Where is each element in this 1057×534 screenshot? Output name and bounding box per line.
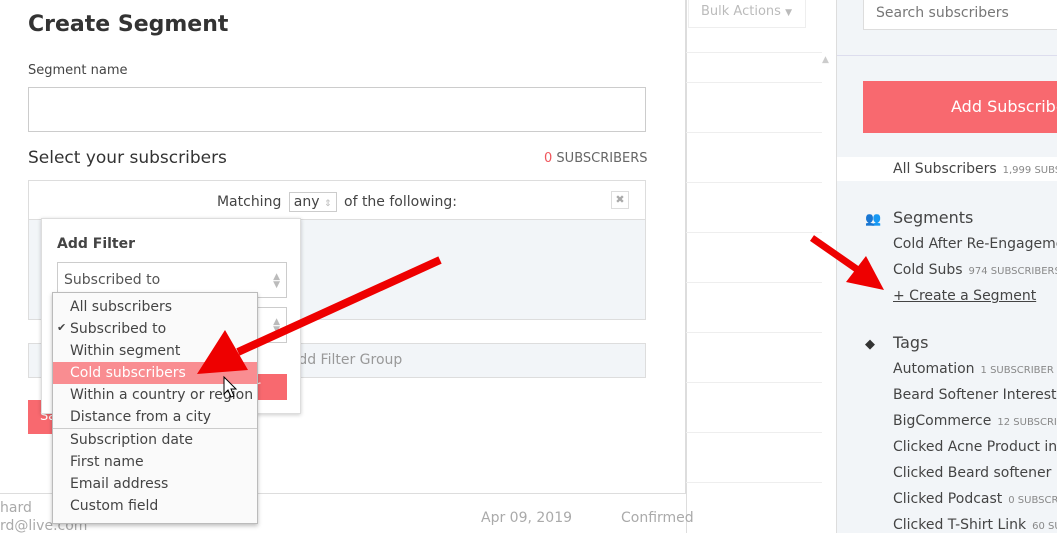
tag-icon: ◆ xyxy=(865,337,875,352)
option-distance-city[interactable]: Distance from a city xyxy=(53,406,257,428)
divider xyxy=(686,232,822,233)
tags-heading: ◆ Tags xyxy=(865,333,929,352)
add-filter-title: Add Filter xyxy=(57,236,136,252)
scroll-up-icon[interactable]: ▲ xyxy=(822,55,829,65)
segment-name-label: Segment name xyxy=(28,63,128,78)
close-icon: ✖ xyxy=(615,193,625,206)
tag-item[interactable]: Clicked Podcast0 SUBSCRIB xyxy=(893,491,1057,507)
divider xyxy=(686,182,822,183)
divider xyxy=(837,55,1057,56)
divider xyxy=(686,382,822,383)
sort-icon: ▲ ▼ xyxy=(273,272,280,290)
divider xyxy=(686,432,822,433)
row-name: hard xyxy=(0,500,32,516)
matching-select[interactable]: any ⇕ xyxy=(288,192,337,212)
tag-item[interactable]: Beard Softener Interest0 xyxy=(893,387,1057,403)
tag-item[interactable]: BigCommerce12 SUBSCRIB xyxy=(893,413,1057,429)
segment-name-input[interactable] xyxy=(28,87,646,132)
option-country-region[interactable]: Within a country or region xyxy=(53,384,257,406)
segments-heading: 👥 Segments xyxy=(865,208,974,227)
check-icon: ✔ xyxy=(57,321,67,334)
divider xyxy=(686,52,822,53)
option-within-segment[interactable]: Within segment xyxy=(53,340,257,362)
modal-title: Create Segment xyxy=(28,12,229,37)
tag-item[interactable]: Clicked Acne Product in E xyxy=(893,439,1057,455)
divider xyxy=(686,82,822,83)
option-custom-field[interactable]: Custom field xyxy=(53,495,257,517)
caret-down-icon: ▼ xyxy=(785,8,792,18)
option-cold-subscribers[interactable]: Cold subscribers xyxy=(53,362,257,384)
select-subscribers-heading: Select your subscribers xyxy=(28,148,227,168)
filter-type-dropdown: All subscribers ✔ Subscribed to Within se… xyxy=(52,292,258,524)
subscriber-table xyxy=(686,0,836,533)
tag-item[interactable]: Clicked T-Shirt Link60 SUB xyxy=(893,517,1057,533)
tag-item[interactable]: Automation 1 SUBSCRIBER xyxy=(893,361,1054,377)
option-subscription-date[interactable]: Subscription date xyxy=(53,429,257,451)
option-email-address[interactable]: Email address xyxy=(53,473,257,495)
sort-icon: ▲ ▼ xyxy=(273,317,280,335)
option-first-name[interactable]: First name xyxy=(53,451,257,473)
search-input[interactable]: Search subscribers xyxy=(863,0,1057,30)
remove-group-button[interactable]: ✖ xyxy=(611,191,629,209)
divider xyxy=(686,482,822,483)
segment-item[interactable]: Cold Subs 974 SUBSCRIBERS xyxy=(893,262,1057,278)
divider xyxy=(686,282,822,283)
all-subscribers-link[interactable]: All Subscribers1,999 SUBSC xyxy=(837,157,1057,181)
add-subscriber-button[interactable]: Add Subscribe xyxy=(863,81,1057,133)
create-segment-modal: Create Segment Segment name Select your … xyxy=(0,0,686,524)
option-subscribed-to[interactable]: ✔ Subscribed to xyxy=(53,318,257,340)
create-segment-link[interactable]: + Create a Segment xyxy=(893,288,1036,304)
matching-row: Matching any ⇕ of the following: ✖ xyxy=(29,181,645,220)
users-icon: 👥 xyxy=(865,212,882,227)
subscriber-count: 0 SUBSCRIBERS xyxy=(544,151,648,166)
sort-icon: ⇕ xyxy=(324,199,332,209)
sidebar: Search subscribers Add Subscribe All Sub… xyxy=(836,0,1057,533)
divider xyxy=(686,132,822,133)
row-date: Apr 09, 2019 xyxy=(481,510,573,526)
divider xyxy=(686,332,822,333)
row-status: Confirmed xyxy=(621,510,694,526)
option-all-subscribers[interactable]: All subscribers xyxy=(53,296,257,318)
segment-item[interactable]: Cold After Re-Engagemen xyxy=(893,236,1057,252)
tag-item[interactable]: Clicked Beard softener lin xyxy=(893,465,1057,481)
bulk-actions-button[interactable]: Bulk Actions ▼ xyxy=(688,0,806,28)
